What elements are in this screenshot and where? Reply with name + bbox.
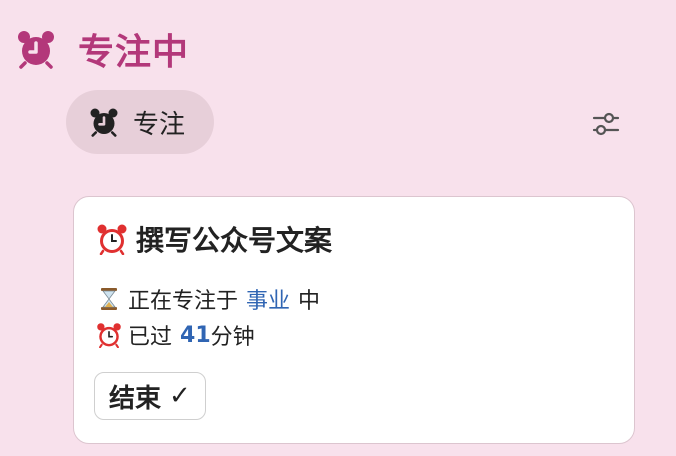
focus-card: 撰写公众号文案 正在专注于 事业 中 已过 41 分钟 结束 ✓ [73,196,635,444]
alarm-clock-emoji [97,323,121,348]
elapsed-prefix: 已过 [128,325,173,350]
elapsed-minutes: 41 [180,322,211,348]
page-title: 专注中 [78,32,190,73]
tab-focus[interactable]: 专注 [66,90,214,154]
end-button[interactable]: 结束 ✓ [94,372,206,420]
alarm-clock-icon [18,31,54,69]
card-title: 撰写公众号文案 [96,219,332,259]
alarm-clock-icon [90,108,118,137]
check-icon: ✓ [169,381,191,411]
status-line: 正在专注于 事业 中 [96,283,320,315]
hourglass-emoji [101,288,117,310]
elapsed-unit: 分钟 [210,325,255,350]
category-link[interactable]: 事业 [246,283,290,315]
tab-focus-label: 专注 [132,109,185,140]
status-prefix: 正在专注于 [128,289,239,314]
end-button-label: 结束 [109,383,162,414]
task-title: 撰写公众号文案 [136,224,333,257]
sliders-icon[interactable] [588,109,624,139]
status-suffix: 中 [298,289,321,314]
alarm-clock-emoji [97,224,127,255]
elapsed-line: 已过 41 分钟 [96,319,255,351]
page-header: 专注中 [16,26,190,73]
